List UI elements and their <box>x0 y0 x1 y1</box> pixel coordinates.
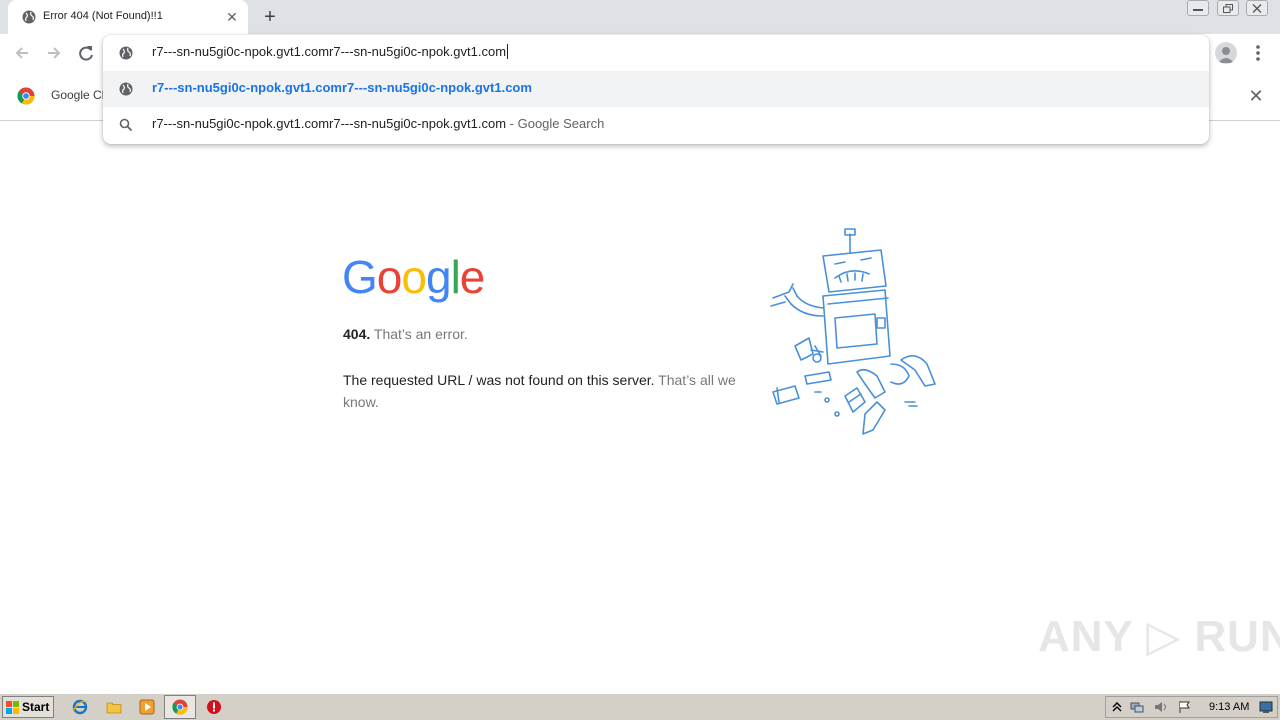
suggestion-url: r7---sn-nu5gi0c-npok.gvt1.comr7---sn-nu5… <box>152 80 532 95</box>
internet-explorer-icon[interactable] <box>72 699 88 715</box>
suggestion-query: r7---sn-nu5gi0c-npok.gvt1.comr7---sn-nu5… <box>152 116 507 131</box>
tab-strip: Error 404 (Not Found)!!1 ✕ + <box>0 0 1280 34</box>
chrome-icon <box>172 699 188 715</box>
start-label: Start <box>22 700 50 714</box>
globe-icon <box>119 46 133 60</box>
reload-button[interactable] <box>75 42 97 64</box>
chrome-icon <box>17 87 35 105</box>
globe-icon <box>119 82 133 96</box>
logo-letter: o <box>401 251 427 303</box>
avatar[interactable] <box>1215 42 1237 64</box>
media-player-icon[interactable] <box>139 699 155 715</box>
window-controls <box>1184 0 1268 18</box>
restore-icon <box>1222 4 1233 13</box>
google-logo: Google <box>342 249 486 305</box>
back-button[interactable] <box>11 42 33 64</box>
more-vert-icon <box>1256 45 1260 61</box>
restore-button[interactable] <box>1216 0 1239 16</box>
logo-letter: l <box>450 251 461 303</box>
tab-title: Error 404 (Not Found)!!1 <box>43 10 163 22</box>
windows-flag-icon <box>6 701 19 714</box>
page-content: Google 404. That’s an error. The request… <box>0 121 1280 693</box>
bookmark-item-label[interactable]: Google Cl <box>51 88 104 102</box>
text-caret <box>507 44 509 59</box>
suggestion-suffix: - Google Search <box>506 116 605 131</box>
new-tab-button[interactable]: + <box>260 7 280 27</box>
suggestion-search: r7---sn-nu5gi0c-npok.gvt1.comr7---sn-nu5… <box>152 116 604 131</box>
start-button[interactable]: Start <box>2 696 54 718</box>
logo-letter: o <box>376 251 403 303</box>
suggestion-item[interactable]: r7---sn-nu5gi0c-npok.gvt1.comr7---sn-nu5… <box>103 71 1209 107</box>
close-icon[interactable]: ✕ <box>224 9 240 25</box>
network-icon[interactable] <box>1130 700 1144 714</box>
close-window-button[interactable] <box>1246 0 1268 16</box>
chrome-taskbar-button[interactable] <box>164 695 196 719</box>
minimize-button[interactable] <box>1187 0 1210 16</box>
error-title: That’s an error. <box>370 326 468 342</box>
search-icon <box>119 118 133 132</box>
forward-button[interactable] <box>43 42 65 64</box>
error-code: 404. <box>343 326 371 342</box>
address-input-value: r7---sn-nu5gi0c-npok.gvt1.comr7---sn-nu5… <box>152 44 507 59</box>
anyrun-watermark: ANY ▷ RUN <box>1038 612 1280 661</box>
error-message-main: The requested URL / was not found on thi… <box>343 372 655 388</box>
tab-active[interactable]: Error 404 (Not Found)!!1 ✕ <box>8 0 248 34</box>
address-bar[interactable]: r7---sn-nu5gi0c-npok.gvt1.comr7---sn-nu5… <box>103 35 1209 71</box>
omnibox-dropdown: r7---sn-nu5gi0c-npok.gvt1.comr7---sn-nu5… <box>103 35 1209 144</box>
flag-icon[interactable] <box>1178 700 1192 714</box>
globe-icon <box>22 10 36 24</box>
reload-icon <box>79 46 93 61</box>
folder-icon[interactable] <box>106 699 122 715</box>
stop-icon[interactable] <box>206 699 222 715</box>
speaker-icon[interactable] <box>1154 700 1168 714</box>
close-icon[interactable]: ✕ <box>1246 86 1266 106</box>
arrow-right-icon <box>48 47 61 59</box>
error-heading: 404. That’s an error. <box>343 326 468 342</box>
minimize-icon <box>1193 9 1204 11</box>
arrow-left-icon <box>15 47 28 59</box>
broken-robot-illustration <box>770 228 936 435</box>
logo-letter: g <box>425 251 452 303</box>
menu-button[interactable] <box>1250 44 1266 62</box>
suggestion-item[interactable]: r7---sn-nu5gi0c-npok.gvt1.comr7---sn-nu5… <box>103 107 1209 143</box>
chevron-up-icon[interactable] <box>1110 700 1124 714</box>
system-tray: 9:13 AM <box>1105 696 1278 718</box>
clock: 9:13 AM <box>1209 701 1250 713</box>
close-icon <box>1252 4 1262 13</box>
logo-letter: e <box>459 251 486 303</box>
taskbar: Start 9:13 AM <box>0 693 1280 720</box>
error-message: The requested URL / was not found on thi… <box>343 369 738 413</box>
person-icon <box>1218 47 1234 63</box>
logo-letter: G <box>342 251 378 303</box>
address-input[interactable]: r7---sn-nu5gi0c-npok.gvt1.comr7---sn-nu5… <box>152 44 509 59</box>
show-desktop-icon[interactable] <box>1259 700 1273 714</box>
